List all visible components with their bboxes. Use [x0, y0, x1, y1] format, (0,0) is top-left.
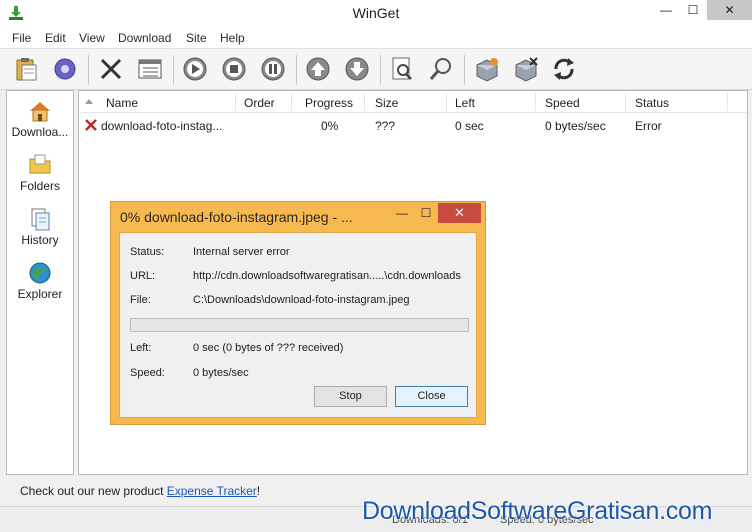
- remove-site-icon[interactable]: [512, 55, 540, 83]
- nav-history[interactable]: History: [7, 206, 73, 247]
- error-icon: [85, 119, 97, 131]
- column-separator[interactable]: [727, 93, 728, 111]
- row-left: 0 sec: [455, 119, 484, 133]
- status-value: Internal server error: [193, 246, 290, 258]
- promo-text: Check out our new product Expense Tracke…: [20, 484, 260, 498]
- file-value: C:\Downloads\download-foto-instagram.jpe…: [193, 294, 410, 306]
- toolbar-separator: [380, 55, 381, 85]
- column-left[interactable]: Left: [455, 96, 475, 110]
- nav-explorer-label: Explorer: [17, 287, 63, 301]
- settings-icon[interactable]: [51, 55, 79, 83]
- column-separator[interactable]: [625, 93, 626, 111]
- menu-download[interactable]: Download: [118, 31, 171, 45]
- nav-explorer[interactable]: Explorer: [7, 260, 73, 301]
- column-separator[interactable]: [446, 93, 447, 111]
- list-header: Name Order Progress Size Left Speed Stat…: [79, 91, 747, 113]
- status-label: Status:: [130, 246, 165, 258]
- search-icon[interactable]: [427, 55, 455, 83]
- dialog-close-button[interactable]: ✕: [438, 203, 481, 223]
- menu-help[interactable]: Help: [220, 31, 245, 45]
- left-label: Left:: [130, 342, 152, 354]
- menu-site[interactable]: Site: [186, 31, 207, 45]
- menu-file[interactable]: File: [12, 31, 31, 45]
- toolbar-separator: [173, 55, 174, 85]
- title-bar: WinGet — ☐ ✕: [0, 0, 752, 28]
- column-progress[interactable]: Progress: [305, 96, 353, 110]
- start-icon[interactable]: [181, 55, 209, 83]
- nav-history-label: History: [21, 233, 59, 247]
- menu-edit[interactable]: Edit: [45, 31, 66, 45]
- close-button[interactable]: Close: [395, 386, 468, 407]
- row-status: Error: [635, 119, 662, 133]
- row-progress: 0%: [321, 119, 339, 133]
- url-value: http://cdn.downloadsoftwaregratisan.....…: [193, 270, 461, 282]
- column-separator[interactable]: [535, 93, 536, 111]
- folders-icon: [29, 154, 51, 174]
- column-separator[interactable]: [235, 93, 236, 111]
- nav-downloads[interactable]: Downloa...: [7, 98, 73, 139]
- menu-bar: File Edit View Download Site Help: [0, 28, 752, 48]
- list-icon[interactable]: [136, 55, 164, 83]
- url-label: URL:: [130, 270, 156, 282]
- row-size: ???: [375, 119, 396, 133]
- toolbar: [0, 48, 752, 90]
- speed-label: Speed:: [130, 367, 165, 379]
- download-progress-bar: [130, 318, 469, 332]
- row-speed: 0 bytes/sec: [545, 119, 606, 133]
- nav-folders[interactable]: Folders: [7, 152, 73, 193]
- refresh-icon[interactable]: [550, 55, 578, 83]
- sort-ascending-icon: [85, 99, 93, 104]
- move-down-icon[interactable]: [343, 55, 371, 83]
- delete-icon[interactable]: [97, 55, 125, 83]
- column-separator[interactable]: [364, 93, 365, 111]
- minimize-button[interactable]: —: [653, 0, 679, 20]
- expense-tracker-link[interactable]: Expense Tracker: [167, 484, 257, 498]
- menu-view[interactable]: View: [79, 31, 105, 45]
- nav-folders-label: Folders: [19, 179, 60, 193]
- navigation-pane: Downloa... Folders History Explorer: [6, 90, 74, 475]
- promo-suffix: !: [256, 484, 261, 498]
- file-label: File:: [130, 294, 151, 306]
- column-name[interactable]: Name: [106, 96, 138, 110]
- speed-value: 0 bytes/sec: [193, 367, 249, 379]
- window-title: WinGet: [352, 5, 400, 21]
- column-status[interactable]: Status: [635, 96, 669, 110]
- toolbar-separator: [88, 55, 89, 85]
- paste-icon[interactable]: [12, 55, 40, 83]
- add-site-icon[interactable]: [473, 55, 501, 83]
- nav-downloads-label: Downloa...: [11, 125, 69, 139]
- column-order[interactable]: Order: [244, 96, 275, 110]
- move-up-icon[interactable]: [304, 55, 332, 83]
- row-name: download-foto-instag...: [101, 119, 223, 133]
- close-window-button[interactable]: ✕: [707, 0, 752, 20]
- maximize-button[interactable]: ☐: [680, 0, 706, 20]
- download-progress-dialog: 0% download-foto-instagram.jpeg - ... — …: [110, 201, 486, 425]
- pause-icon[interactable]: [259, 55, 287, 83]
- toolbar-separator: [464, 55, 465, 85]
- watermark: DownloadSoftwareGratisan.com: [362, 497, 713, 525]
- stop-button[interactable]: Stop: [314, 386, 387, 407]
- home-icon: [30, 102, 50, 122]
- dialog-body: Status: Internal server error URL: http:…: [119, 232, 477, 418]
- column-separator[interactable]: [291, 93, 292, 111]
- preview-icon[interactable]: [388, 55, 416, 83]
- left-value: 0 sec (0 bytes of ??? received): [193, 342, 344, 354]
- column-size[interactable]: Size: [375, 96, 398, 110]
- stop-icon[interactable]: [220, 55, 248, 83]
- promo-prefix: Check out our new product: [20, 484, 167, 498]
- dialog-title: 0% download-foto-instagram.jpeg - ...: [120, 209, 353, 225]
- history-icon: [31, 208, 50, 231]
- dialog-minimize-button[interactable]: —: [390, 204, 414, 222]
- explorer-icon: [29, 262, 51, 284]
- column-speed[interactable]: Speed: [545, 96, 580, 110]
- dialog-maximize-button[interactable]: ☐: [414, 204, 438, 222]
- toolbar-separator: [296, 55, 297, 85]
